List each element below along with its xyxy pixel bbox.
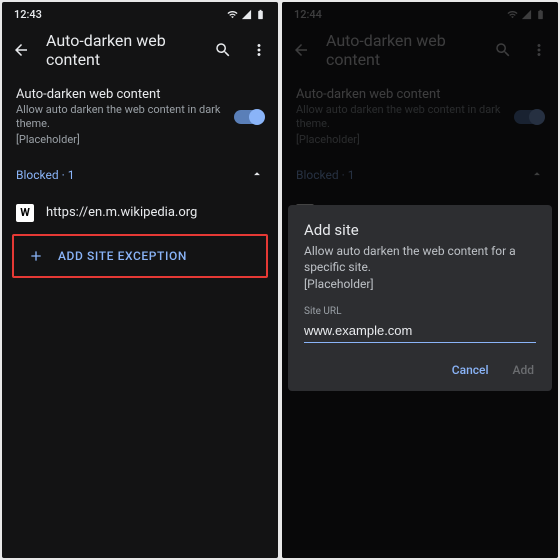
back-button[interactable] <box>10 39 32 61</box>
blocked-section-header[interactable]: Blocked · 1 <box>2 157 278 194</box>
setting-sub-2: [Placeholder] <box>16 133 222 147</box>
site-url-label: Site URL <box>304 306 536 317</box>
battery-icon <box>255 9 266 20</box>
add-site-dialog: Add site Allow auto darken the web conte… <box>288 205 552 391</box>
add-button[interactable]: Add <box>511 357 536 383</box>
site-url-input[interactable] <box>304 319 536 343</box>
wikipedia-favicon-icon: W <box>16 204 34 222</box>
cancel-button[interactable]: Cancel <box>450 357 491 383</box>
status-icons <box>227 9 266 20</box>
phone-left: 12:43 Auto-darken web content Auto-darke… <box>2 2 278 558</box>
wifi-icon <box>227 9 238 20</box>
setting-title: Auto-darken web content <box>16 87 222 102</box>
search-button[interactable] <box>212 39 234 61</box>
add-site-label: ADD SITE EXCEPTION <box>58 249 187 263</box>
blocked-site-row[interactable]: W https://en.m.wikipedia.org <box>2 194 278 232</box>
dialog-actions: Cancel Add <box>304 357 536 383</box>
dialog-title: Add site <box>304 221 536 239</box>
phone-right: 12:44 Auto-darken web content Auto-darke… <box>282 2 558 558</box>
chevron-up-icon <box>250 167 264 184</box>
app-bar: Auto-darken web content <box>2 23 278 77</box>
setting-sub: Allow auto darken the web content in dar… <box>16 103 222 132</box>
clock: 12:43 <box>14 8 42 21</box>
dialog-overlay: Add site Allow auto darken the web conte… <box>282 2 558 558</box>
page-title: Auto-darken web content <box>46 31 198 69</box>
blocked-label: Blocked · 1 <box>16 168 74 182</box>
plus-icon <box>28 248 44 264</box>
signal-icon <box>241 9 252 20</box>
toggle-switch[interactable] <box>234 110 264 124</box>
overflow-menu-button[interactable] <box>248 39 270 61</box>
status-bar: 12:43 <box>2 2 278 23</box>
site-url: https://en.m.wikipedia.org <box>46 205 197 220</box>
add-site-exception-button[interactable]: ADD SITE EXCEPTION <box>12 234 268 278</box>
master-toggle-row[interactable]: Auto-darken web content Allow auto darke… <box>2 77 278 157</box>
dialog-subtitle: Allow auto darken the web content for a … <box>304 243 536 292</box>
